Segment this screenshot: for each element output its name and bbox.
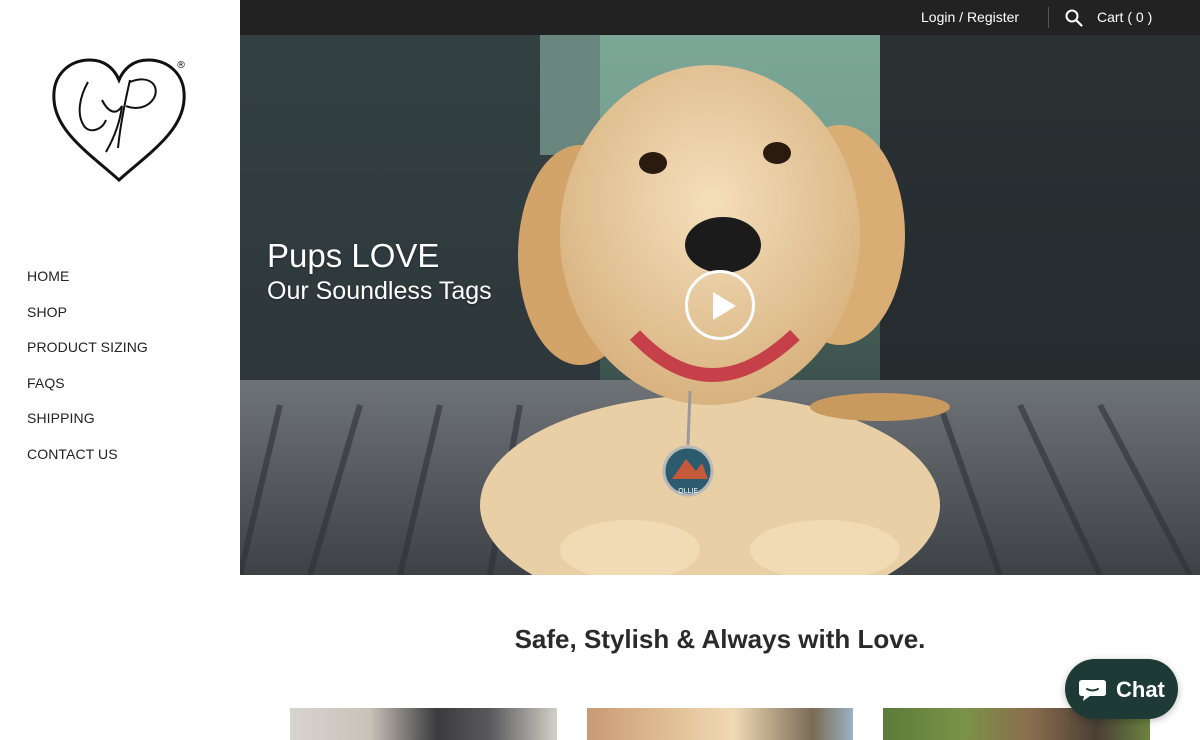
product-thumbnail-2[interactable] [587,708,853,740]
svg-text:OLLIE: OLLIE [678,487,698,495]
top-bar: Login / Register Cart ( 0 ) [240,0,1200,35]
account-separator: / [959,9,964,25]
hero-headline: Pups LOVE [267,237,440,274]
chat-bubble-icon [1078,678,1107,702]
hero-caption: Pups LOVE Our Soundless Tags [267,236,492,306]
login-link[interactable]: Login [921,9,955,25]
search-icon[interactable] [1065,9,1083,27]
chat-button[interactable]: Chat [1065,659,1178,719]
cart-link[interactable]: Cart ( 0 ) [1097,9,1152,25]
topbar-divider [1048,7,1049,28]
heart-logo-icon: ® [52,58,186,183]
svg-text:®: ® [176,60,186,71]
brand-logo[interactable]: ® [50,56,190,186]
nav-item-shipping[interactable]: SHIPPING [27,410,95,426]
play-button[interactable] [685,270,755,340]
play-icon [713,292,736,320]
nav-item-contact-us[interactable]: CONTACT US [27,446,118,462]
nav-item-shop[interactable]: SHOP [27,304,67,320]
nav-item-home[interactable]: HOME [27,268,69,284]
hero-subheadline: Our Soundless Tags [267,277,492,305]
nav-item-faqs[interactable]: FAQS [27,375,65,391]
nav-item-product-sizing[interactable]: PRODUCT SIZING [27,339,148,355]
register-link[interactable]: Register [967,9,1019,25]
chat-label: Chat [1116,677,1165,702]
account-links: Login / Register [921,9,1019,25]
sidebar: ® HOME SHOP PRODUCT SIZING FAQS SHIPPING… [0,0,240,740]
main-nav: HOME SHOP PRODUCT SIZING FAQS SHIPPING C… [27,268,148,481]
hero-video[interactable]: OLLIE Pups LOVE Our Soundless Tags [240,35,1200,575]
section-tagline: Safe, Stylish & Always with Love. [514,624,926,654]
product-thumbnail-1[interactable] [290,708,557,740]
